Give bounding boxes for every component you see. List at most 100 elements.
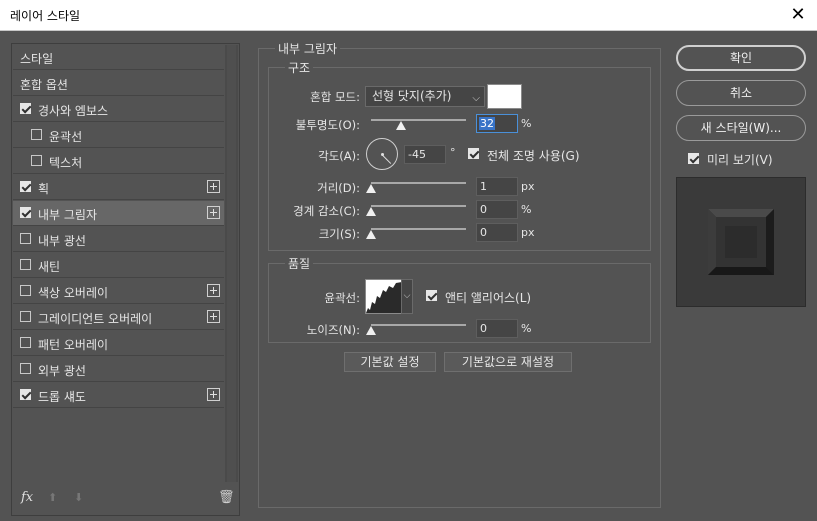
preview-checkbox[interactable] bbox=[688, 153, 699, 164]
angle-value: -45 bbox=[408, 148, 426, 161]
move-up-icon[interactable]: ⬆ bbox=[48, 491, 57, 504]
angle-label: 각도(A): bbox=[318, 149, 360, 163]
opacity-value: 32 bbox=[479, 117, 495, 130]
style-checkbox[interactable] bbox=[20, 233, 31, 244]
styles-list-item[interactable]: 새틴 bbox=[13, 253, 224, 278]
blend-mode-label: 혼합 모드: bbox=[310, 90, 360, 104]
distance-input[interactable]: 1 bbox=[476, 177, 518, 196]
noise-slider[interactable] bbox=[371, 324, 466, 326]
styles-panel: 스타일혼합 옵션경사와 엠보스윤곽선텍스처획내부 그림자내부 광선새틴색상 오버… bbox=[11, 43, 240, 516]
style-checkbox[interactable] bbox=[20, 259, 31, 270]
choke-input[interactable]: 0 bbox=[476, 200, 518, 219]
add-effect-icon[interactable] bbox=[207, 388, 220, 401]
styles-scrollbar[interactable] bbox=[225, 45, 238, 482]
styles-list-item[interactable]: 내부 광선 bbox=[13, 227, 224, 252]
preview-label: 미리 보기(V) bbox=[707, 153, 773, 167]
styles-list-item[interactable]: 외부 광선 bbox=[13, 357, 224, 382]
angle-dial[interactable] bbox=[366, 138, 398, 170]
opacity-input[interactable]: 32 bbox=[476, 114, 518, 133]
structure-title: 구조 bbox=[285, 59, 314, 76]
style-item-label: 새틴 bbox=[38, 260, 61, 274]
global-light-checkbox[interactable] bbox=[468, 148, 479, 159]
distance-value: 1 bbox=[480, 180, 487, 193]
styles-list-item[interactable]: 윤곽선 bbox=[13, 123, 224, 148]
style-checkbox[interactable] bbox=[20, 363, 31, 374]
style-checkbox[interactable] bbox=[20, 285, 31, 296]
size-slider-handle[interactable] bbox=[366, 230, 376, 239]
styles-list-item[interactable]: 드롭 섀도 bbox=[13, 383, 224, 408]
size-slider[interactable] bbox=[371, 228, 466, 230]
quality-title: 품질 bbox=[285, 255, 314, 272]
choke-unit: % bbox=[521, 203, 532, 216]
trash-icon[interactable]: 🗑 bbox=[218, 490, 235, 505]
choke-label: 경계 감소(C): bbox=[293, 204, 360, 218]
section-title: 내부 그림자 bbox=[275, 40, 341, 57]
style-checkbox[interactable] bbox=[20, 181, 31, 192]
fx-button[interactable]: fx bbox=[21, 490, 33, 505]
opacity-slider-handle[interactable] bbox=[396, 121, 407, 130]
style-item-label: 윤곽선 bbox=[49, 130, 83, 144]
new-style-button[interactable]: 새 스타일(W)... bbox=[676, 115, 806, 141]
close-icon[interactable]: ✕ bbox=[787, 4, 809, 26]
shadow-color-swatch[interactable] bbox=[487, 84, 522, 109]
noise-slider-handle[interactable] bbox=[366, 326, 376, 335]
style-checkbox[interactable] bbox=[20, 337, 31, 348]
angle-dial-center bbox=[381, 153, 384, 156]
size-value: 0 bbox=[480, 226, 487, 239]
style-checkbox[interactable] bbox=[31, 155, 42, 166]
styles-list-item[interactable]: 텍스처 bbox=[13, 149, 224, 174]
contour-curve bbox=[366, 282, 402, 313]
contour-picker[interactable] bbox=[365, 279, 403, 314]
styles-list-item[interactable]: 스타일 bbox=[13, 45, 224, 70]
blend-mode-select[interactable]: 선형 닷지(추가) ⌵ bbox=[365, 86, 485, 107]
style-item-label: 내부 그림자 bbox=[38, 208, 98, 222]
size-input[interactable]: 0 bbox=[476, 223, 518, 242]
styles-list-item[interactable]: 내부 그림자 bbox=[13, 201, 224, 226]
style-item-label: 그레이디언트 오버레이 bbox=[38, 312, 153, 326]
chevron-down-icon: ⌵ bbox=[403, 291, 411, 301]
reset-default-button[interactable]: 기본값으로 재설정 bbox=[444, 352, 572, 372]
style-checkbox[interactable] bbox=[20, 207, 31, 218]
style-checkbox[interactable] bbox=[31, 129, 42, 140]
style-checkbox[interactable] bbox=[20, 103, 31, 114]
size-unit: px bbox=[521, 226, 535, 239]
make-default-button[interactable]: 기본값 설정 bbox=[344, 352, 436, 372]
ok-button[interactable]: 확인 bbox=[676, 45, 806, 71]
angle-input[interactable]: -45 bbox=[404, 145, 446, 164]
cancel-button[interactable]: 취소 bbox=[676, 80, 806, 106]
angle-unit: ° bbox=[450, 146, 456, 159]
add-effect-icon[interactable] bbox=[207, 206, 220, 219]
styles-list-item[interactable]: 혼합 옵션 bbox=[13, 71, 224, 96]
style-item-label: 외부 광선 bbox=[38, 364, 86, 378]
choke-slider[interactable] bbox=[371, 205, 466, 207]
contour-dropdown[interactable]: ⌵ bbox=[401, 279, 413, 314]
add-effect-icon[interactable] bbox=[207, 284, 220, 297]
styles-list-item[interactable]: 경사와 엠보스 bbox=[13, 97, 224, 122]
styles-list-item[interactable]: 색상 오버레이 bbox=[13, 279, 224, 304]
styles-list-item[interactable]: 그레이디언트 오버레이 bbox=[13, 305, 224, 330]
antialias-checkbox[interactable] bbox=[426, 290, 437, 301]
add-effect-icon[interactable] bbox=[207, 310, 220, 323]
distance-label: 거리(D): bbox=[317, 181, 360, 195]
styles-list-item[interactable]: 패턴 오버레이 bbox=[13, 331, 224, 356]
noise-value: 0 bbox=[480, 322, 487, 335]
style-item-label: 패턴 오버레이 bbox=[38, 338, 109, 352]
style-checkbox[interactable] bbox=[20, 389, 31, 400]
styles-list-item[interactable]: 획 bbox=[13, 175, 224, 200]
styles-footer: fx ⬆ ⬇ 🗑 bbox=[12, 484, 239, 515]
add-effect-icon[interactable] bbox=[207, 180, 220, 193]
opacity-unit: % bbox=[521, 117, 532, 130]
style-item-label: 혼합 옵션 bbox=[20, 78, 68, 92]
style-checkbox[interactable] bbox=[20, 311, 31, 322]
distance-slider[interactable] bbox=[371, 182, 466, 184]
choke-slider-handle[interactable] bbox=[366, 207, 376, 216]
move-down-icon[interactable]: ⬇ bbox=[74, 491, 83, 504]
distance-unit: px bbox=[521, 180, 535, 193]
opacity-slider[interactable] bbox=[371, 119, 466, 121]
scrollbar-thumb[interactable] bbox=[227, 45, 236, 482]
style-preview bbox=[676, 177, 806, 307]
global-light-label: 전체 조명 사용(G) bbox=[487, 149, 580, 163]
noise-input[interactable]: 0 bbox=[476, 319, 518, 338]
style-item-label: 획 bbox=[38, 182, 50, 196]
distance-slider-handle[interactable] bbox=[366, 184, 376, 193]
